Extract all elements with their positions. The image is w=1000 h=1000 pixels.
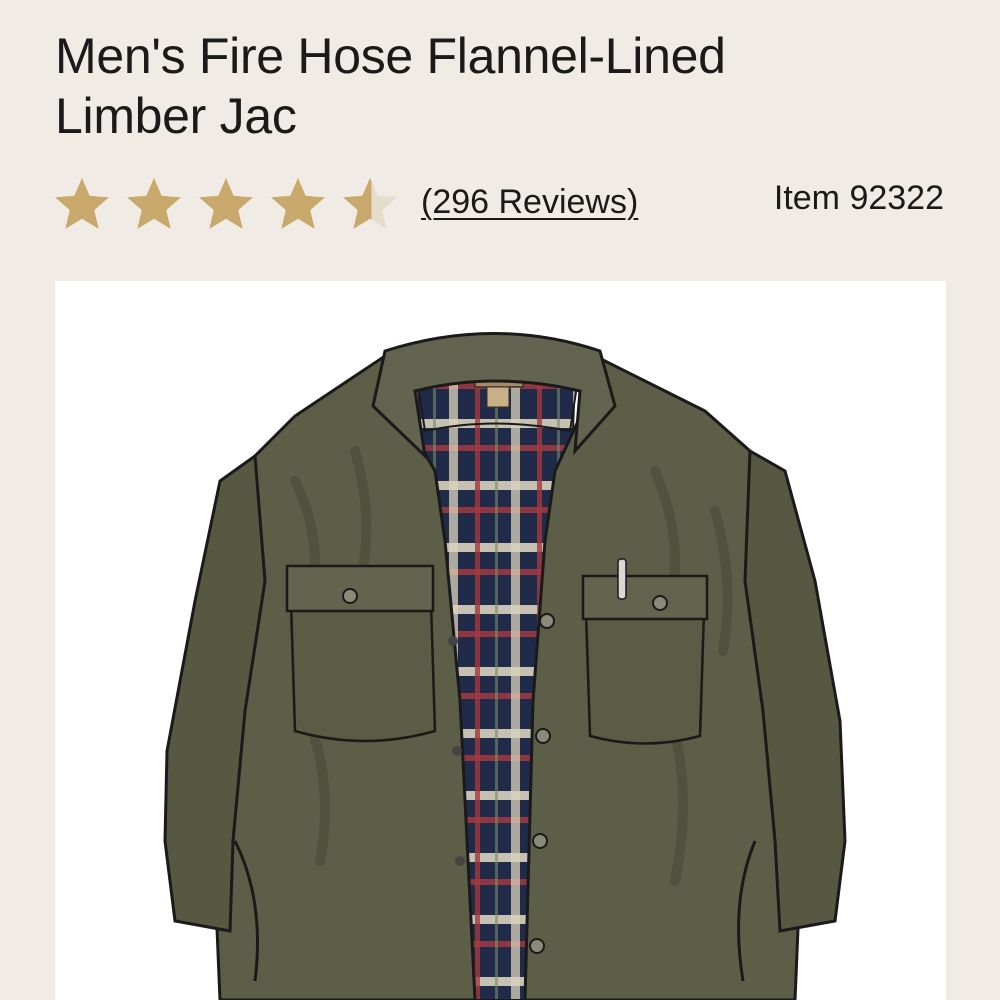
star-icon (199, 178, 253, 229)
star-icon (55, 178, 109, 229)
jacket-illustration (163, 332, 847, 1000)
product-title: Men's Fire Hose Flannel-Lined Limber Jac (55, 26, 935, 146)
product-title-line-2: Limber Jac (55, 88, 297, 144)
item-number: Item 92322 (773, 179, 944, 217)
half-star-icon (343, 178, 397, 229)
product-image[interactable] (55, 281, 946, 1000)
product-title-line-1: Men's Fire Hose Flannel-Lined (55, 28, 726, 84)
star-icon (271, 178, 325, 229)
star-rating[interactable] (52, 172, 412, 236)
star-icon (127, 178, 181, 229)
reviews-link[interactable]: (296 Reviews) (421, 178, 638, 226)
